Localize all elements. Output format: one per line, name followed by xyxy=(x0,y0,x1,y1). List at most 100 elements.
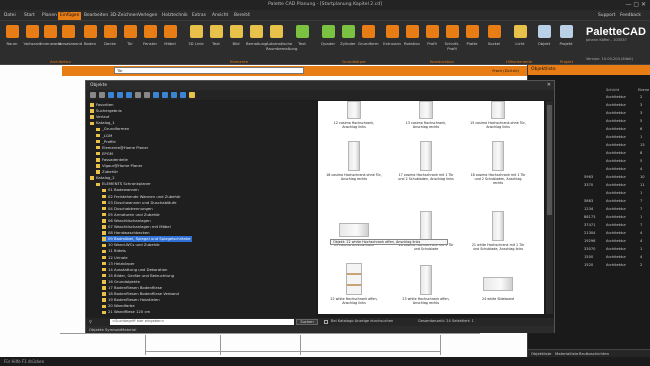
menu-link-0[interactable]: Support xyxy=(596,12,617,20)
tree-item[interactable]: 16 Grundobjekte xyxy=(102,279,140,285)
ribbon-button-9[interactable]: 3D Linie xyxy=(186,25,206,46)
tree-item[interactable]: 17 Bodenfliesen Bodenfliese xyxy=(102,285,162,291)
tree-item[interactable]: 01 Badewannen xyxy=(102,187,139,193)
ribbon-button-24[interactable]: Licht xyxy=(510,25,530,46)
col-layer[interactable]: Schicht xyxy=(606,88,619,92)
catalog-tab-1[interactable]: Symbole xyxy=(105,327,121,332)
ribbon-button-7[interactable]: Fenster xyxy=(140,25,160,46)
toolbar-icon[interactable] xyxy=(180,92,186,98)
tree-item[interactable]: Katalog_2 xyxy=(90,175,115,181)
toolbar-icon[interactable] xyxy=(135,92,141,98)
tree-item[interactable]: 07 Waschtischanlagen mit Möbel xyxy=(102,224,171,230)
tree-item[interactable]: 08 Handwaschbecken xyxy=(102,230,150,236)
ribbon-button-25[interactable]: Objekt xyxy=(534,25,554,46)
tree-item[interactable]: _Grundformen xyxy=(96,126,129,132)
menu-tab-1[interactable]: Start xyxy=(22,12,37,20)
panel-tab-1[interactable]: Materialliste xyxy=(555,351,578,356)
gallery-item[interactable]: 12 cosima Hochschrank, Anschlag links xyxy=(326,101,382,136)
tree-item[interactable]: 11 Bidets xyxy=(102,248,126,254)
catalog-tab-0[interactable]: Objekte xyxy=(89,327,104,332)
menu-tab-3[interactable]: Einfügen xyxy=(58,12,82,20)
tree-item[interactable]: 14 Ausstattung und Dekoration xyxy=(102,267,167,273)
panel-tab-0[interactable]: Objektliste xyxy=(531,351,551,356)
tree-item[interactable]: 03 Duschwannen und Duschabläufe xyxy=(102,200,176,206)
ribbon-button-15[interactable]: Quader xyxy=(318,25,338,46)
tree-item[interactable]: 12 Urinale xyxy=(102,255,128,261)
menu-tab-4[interactable]: Bearbeiten xyxy=(82,12,110,20)
ribbon-button-4[interactable]: Boden xyxy=(80,25,100,46)
tree-item[interactable]: 15 Bilder, Geräte und Beleuchtung xyxy=(102,273,174,279)
tree-item[interactable]: 04 Duschabtrennungen xyxy=(102,206,153,212)
toolbar-icon[interactable] xyxy=(90,92,96,98)
tree-item[interactable]: Suchergebnis xyxy=(90,108,122,114)
toolbar-icon[interactable] xyxy=(117,92,123,98)
col-level[interactable]: Ebene xyxy=(638,88,649,92)
toolbar-icon[interactable] xyxy=(171,92,177,98)
tree-item[interactable]: Katalog_1 xyxy=(90,120,115,126)
tree-item[interactable]: Verlauf xyxy=(90,114,109,120)
gallery-item[interactable]: 24 white Sideboard xyxy=(470,261,526,312)
gallery-item[interactable]: 15 cosima Hochschrank ohne Tür, Anschlag… xyxy=(470,101,526,136)
gallery-item[interactable]: 22 white Hochschrank offen, Anschlag lin… xyxy=(326,261,382,312)
search-input[interactable]: <Suchbegriff hier eingeben> xyxy=(110,319,294,325)
tree-item[interactable]: Fassadenteile xyxy=(96,157,128,163)
toolbar-icon[interactable] xyxy=(189,92,195,98)
catalog-tree[interactable]: Favoriten Suchergebnis Verlauf Katalog_1 _Gr… xyxy=(88,101,316,319)
tree-item[interactable]: ELEMENTS Schrankplaner xyxy=(96,181,151,187)
tree-item[interactable]: 19 Bodenfliesen Holzdielen xyxy=(102,297,160,303)
object-gallery[interactable]: 12 cosima Hochschrank, Anschlag links 13 … xyxy=(318,101,544,314)
tree-item[interactable]: 20 Wandfarbe xyxy=(102,303,135,309)
search-button[interactable]: Suchen xyxy=(296,319,318,325)
tree-item[interactable]: 10 Wand-WCs und Zubehör xyxy=(102,242,160,248)
close-icon[interactable]: ✕ xyxy=(547,82,551,88)
tree-item[interactable]: Elemente@Home Planer xyxy=(96,145,148,151)
panel-tab-2[interactable]: Bruttoschichten xyxy=(579,351,609,356)
menu-tab-7[interactable]: Holztechnik xyxy=(160,12,190,20)
gallery-item[interactable]: 16 cosima Hochschrank ohne Tür, Anschlag… xyxy=(326,137,382,188)
layer-dropdown[interactable]: Tür xyxy=(114,67,304,74)
gallery-item[interactable]: 18 cosima Hochschrank mit 1 Tür und 2 Sc… xyxy=(470,137,526,188)
toolbar-icon[interactable] xyxy=(153,92,159,98)
tree-item[interactable]: 18 Bodenfliesen Bodenfliese Verband xyxy=(102,291,179,297)
menu-tab-6[interactable]: Verlegen xyxy=(136,12,159,20)
tree-item[interactable]: 21 Wandfliese 120 cm xyxy=(102,309,150,315)
gallery-scrollbar[interactable] xyxy=(546,101,553,314)
menu-link-1[interactable]: Feedback xyxy=(618,12,643,20)
toolbar-icon[interactable] xyxy=(144,92,150,98)
ribbon-button-1[interactable]: Vollwand xyxy=(22,25,42,46)
tree-item[interactable]: Zubehör xyxy=(96,169,118,175)
gallery-item[interactable]: 17 cosima Hochschrank mit 1 Tür und 2 Sc… xyxy=(398,137,454,188)
ribbon-button-0[interactable]: Raum xyxy=(2,25,22,46)
tree-item[interactable]: Vigour@Home Planer xyxy=(96,163,142,169)
ribbon-button-20[interactable]: Profil xyxy=(422,25,442,46)
ribbon-button-22[interactable]: Platte xyxy=(462,25,482,46)
gallery-item[interactable]: 20 cosima Hochschrank mit 1 Tür und Schu… xyxy=(398,207,454,258)
tree-item[interactable]: EPGM xyxy=(96,151,113,157)
tree-item[interactable]: Favoriten xyxy=(90,102,114,108)
tree-item[interactable]: 05 Armaturen und Zubehör xyxy=(102,212,160,218)
catalog-tab-2[interactable]: Material xyxy=(121,327,136,332)
menu-tab-10[interactable]: Bereit4 xyxy=(232,12,252,20)
tree-item[interactable]: _Profile xyxy=(96,139,116,145)
ribbon-button-6[interactable]: Tür xyxy=(120,25,140,46)
ribbon-button-3[interactable]: Vorsatzwand xyxy=(58,25,82,46)
menu-tab-2[interactable]: Planen xyxy=(40,12,59,20)
ribbon-button-19[interactable]: Rotation xyxy=(402,25,422,46)
ribbon-button-12[interactable]: Bemaßung xyxy=(246,25,267,46)
ribbon-button-14[interactable]: Text xyxy=(292,25,312,46)
ribbon-button-13[interactable]: Automatische Raumbemaßung xyxy=(266,25,297,51)
gallery-item[interactable]: 21 white Hochschrank mit 1 Tür und Schub… xyxy=(470,207,526,258)
toolbar-icon[interactable] xyxy=(126,92,132,98)
ribbon-button-16[interactable]: Zylinder xyxy=(338,25,358,46)
menu-tab-9[interactable]: Ansicht xyxy=(210,12,230,20)
tree-item[interactable]: 06 Waschtischanlagen xyxy=(102,218,151,224)
ribbon-button-23[interactable]: Sockel xyxy=(484,25,504,46)
ribbon-button-18[interactable]: Extrusion xyxy=(382,25,402,46)
tree-item[interactable]: 02 Freistehende Wannen und Zubehör xyxy=(102,194,181,200)
ribbon-button-5[interactable]: Decke xyxy=(100,25,120,46)
ribbon-button-11[interactable]: Bild xyxy=(226,25,246,46)
gallery-item[interactable]: 23 white Hochschrank offen, Anschlag rec… xyxy=(398,261,454,312)
tree-item[interactable]: 09 Badmöbel, Spiegel und Spiegelschränke xyxy=(102,236,193,242)
window-controls[interactable]: — ▢ ✕ xyxy=(625,1,646,8)
ribbon-button-17[interactable]: Grundform xyxy=(358,25,379,46)
